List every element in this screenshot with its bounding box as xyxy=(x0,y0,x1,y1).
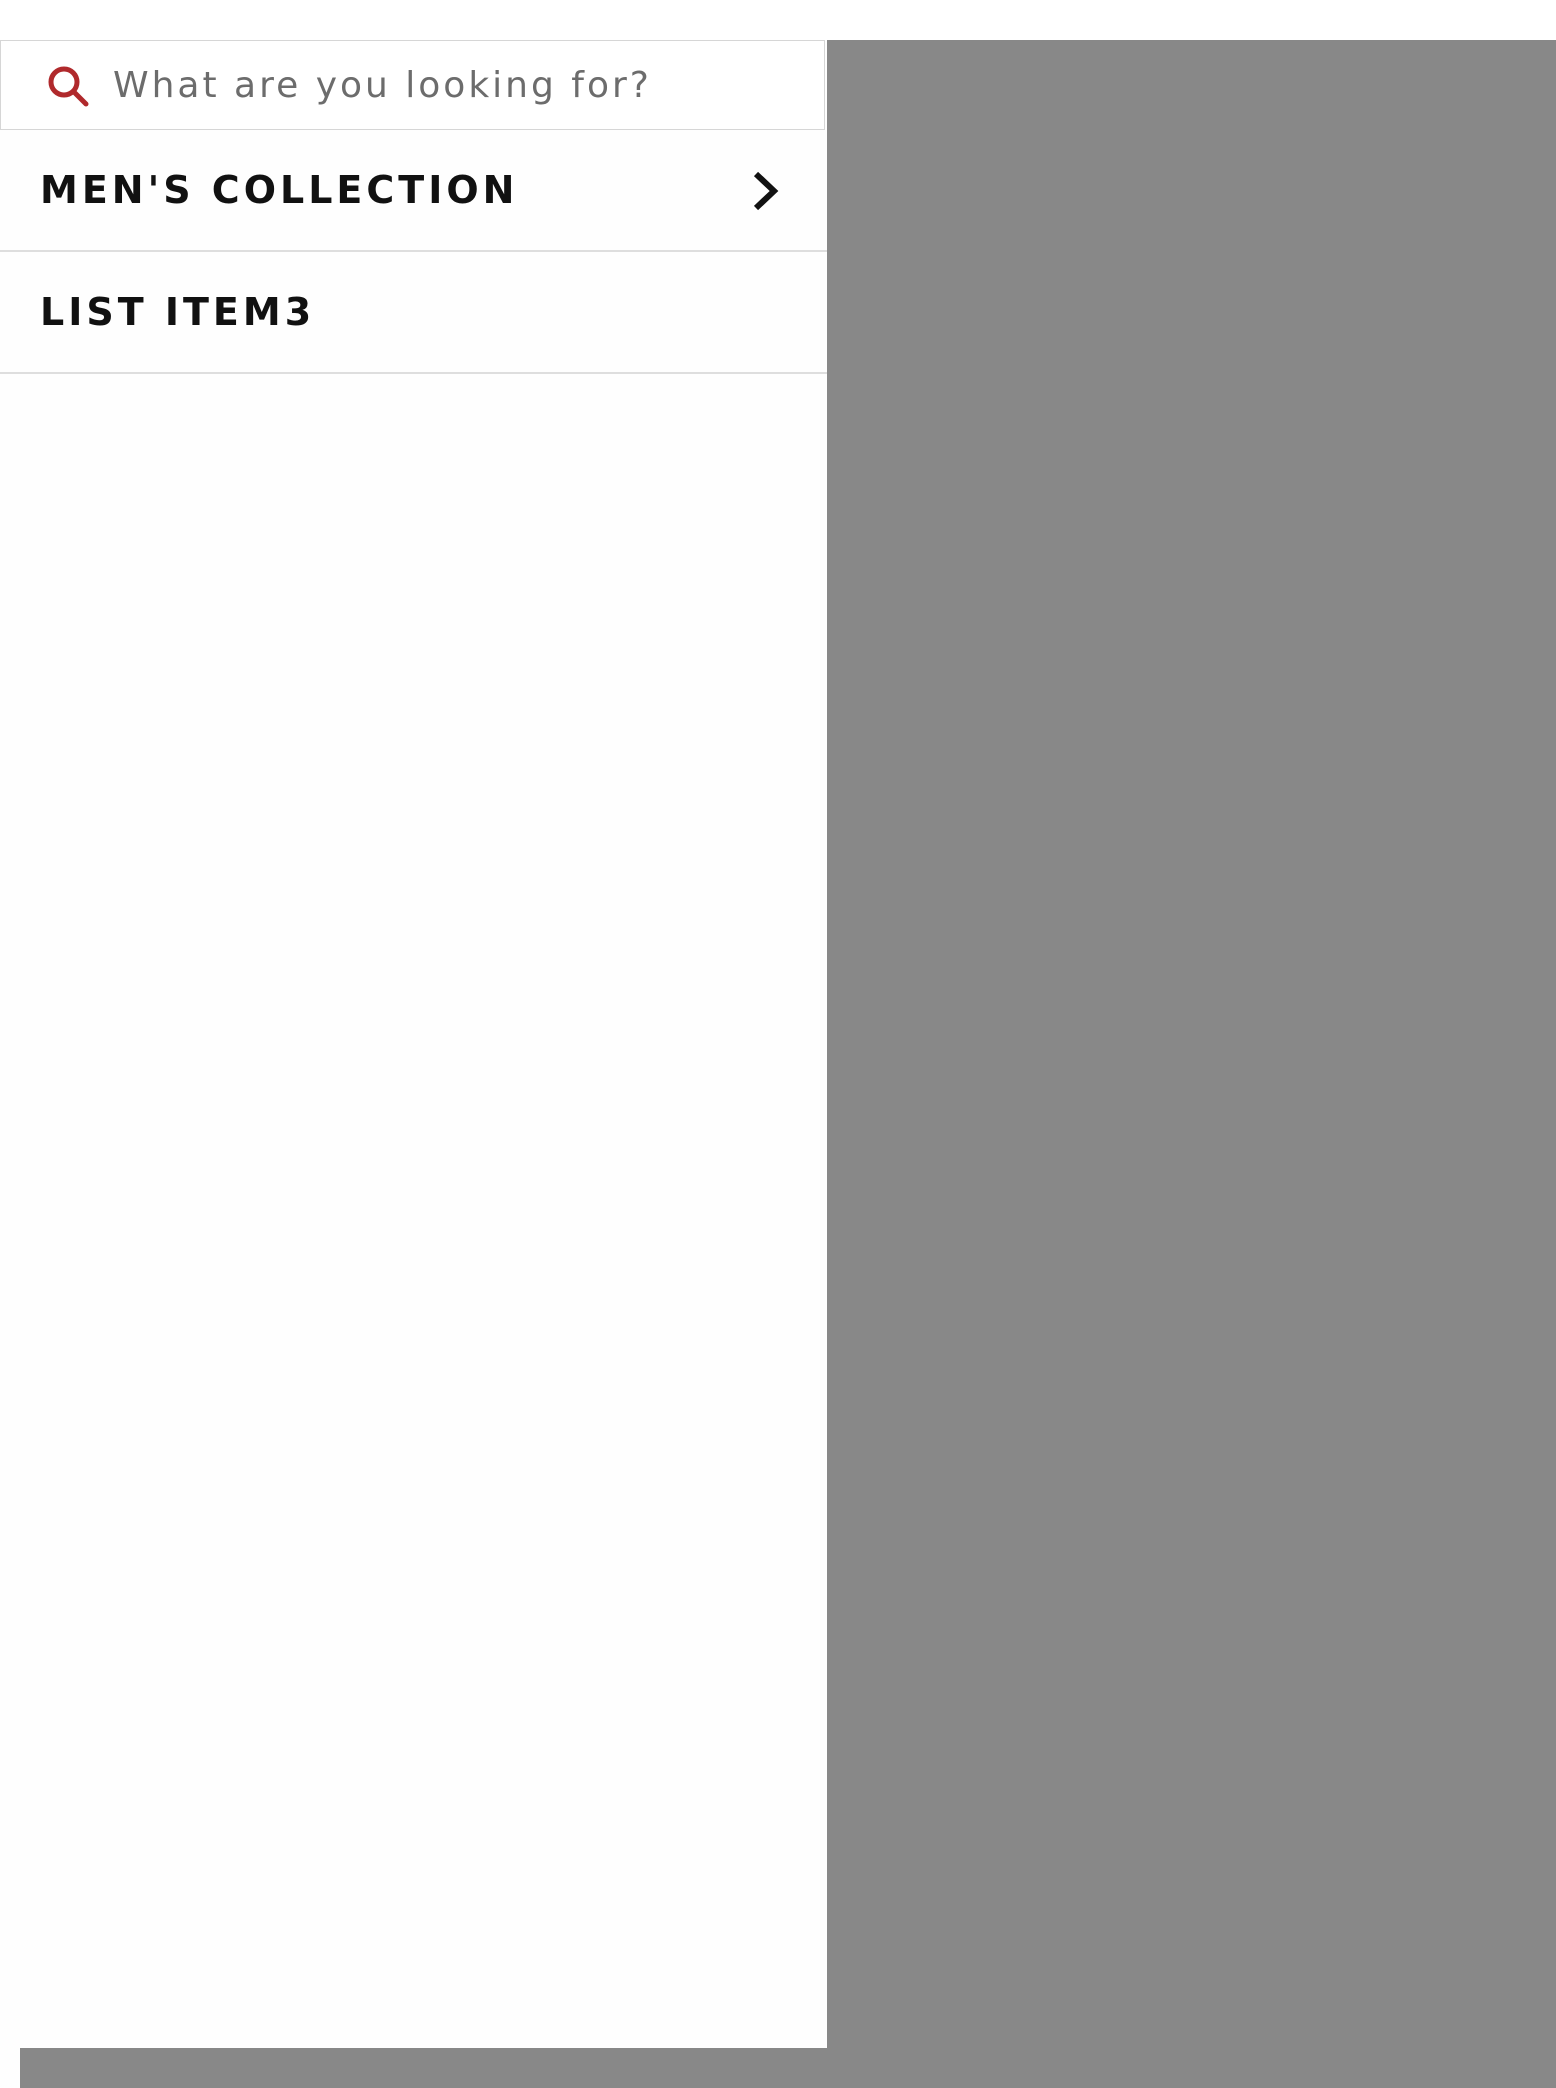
chevron-right-icon[interactable] xyxy=(748,168,784,214)
menu-item-label: LIST ITEM3 xyxy=(40,290,316,334)
navigation-drawer: MEN'S COLLECTION LIST ITEM3 xyxy=(0,40,827,2048)
menu-item-label: MEN'S COLLECTION xyxy=(40,168,519,212)
search-icon[interactable] xyxy=(45,63,93,111)
menu-item-mens-collection[interactable]: MEN'S COLLECTION xyxy=(0,130,827,252)
drawer-edge xyxy=(0,2048,20,2088)
search-bar xyxy=(0,40,825,130)
search-input[interactable] xyxy=(113,55,803,115)
menu-item-list-item3[interactable]: LIST ITEM3 xyxy=(0,252,827,374)
